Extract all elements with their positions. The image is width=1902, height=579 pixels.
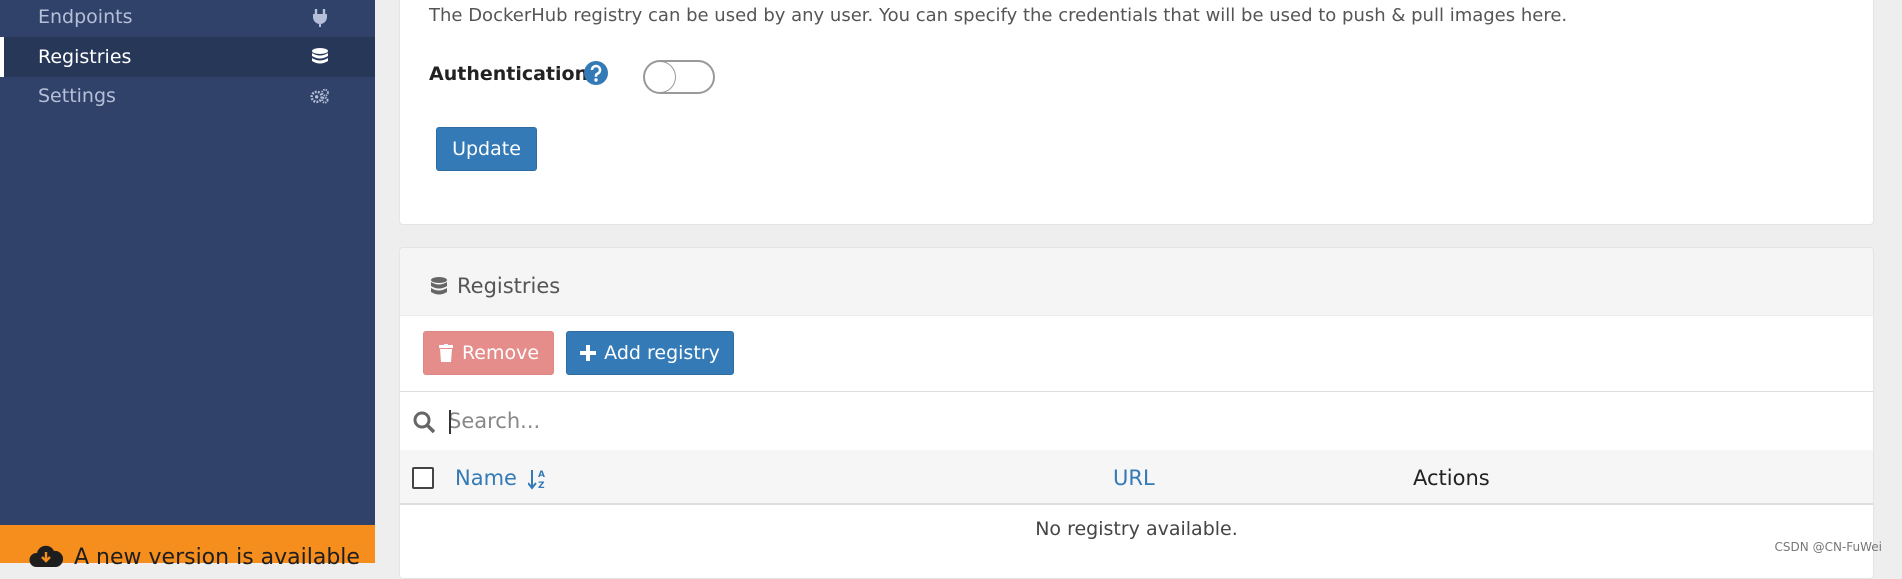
registries-title: Registries [457, 274, 561, 298]
plus-icon [580, 345, 597, 361]
sidebar-item-label: Registries [38, 46, 132, 68]
sidebar-item-settings[interactable]: Settings [0, 76, 375, 116]
question-circle-icon[interactable] [583, 60, 609, 86]
update-banner-text: A new version is available [74, 545, 360, 570]
add-registry-button[interactable]: Add registry [566, 331, 734, 375]
remove-button-label: Remove [461, 342, 540, 364]
text-caret [449, 410, 451, 434]
registries-panel: Registries Remove Add registry Name A Z [399, 247, 1874, 579]
update-button[interactable]: Update [436, 127, 537, 171]
search-icon [413, 411, 436, 434]
column-header-name[interactable]: Name [455, 466, 517, 490]
watermark: CSDN @CN-FuWei [1774, 540, 1882, 554]
update-button-label: Update [452, 138, 521, 160]
toggle-knob [644, 61, 676, 93]
sidebar-item-endpoints[interactable]: Endpoints [0, 0, 375, 37]
select-all-checkbox[interactable] [412, 467, 434, 489]
registries-header: Registries [400, 248, 1873, 316]
remove-button[interactable]: Remove [423, 331, 554, 375]
dockerhub-description: The DockerHub registry can be used by an… [429, 5, 1568, 26]
dockerhub-panel: The DockerHub registry can be used by an… [399, 0, 1874, 225]
cogs-icon [310, 88, 329, 104]
add-registry-button-label: Add registry [604, 342, 720, 364]
column-header-url[interactable]: URL [1113, 466, 1155, 490]
empty-table-message: No registry available. [1035, 518, 1238, 540]
trash-icon [438, 344, 453, 362]
search-input[interactable] [446, 402, 1750, 440]
sort-alpha-icon[interactable]: A Z [528, 468, 548, 490]
search-bar [400, 391, 1873, 451]
svg-text:Z: Z [538, 481, 545, 490]
update-banner[interactable]: A new version is available [0, 525, 375, 570]
sidebar-item-label: Settings [38, 85, 116, 107]
authentication-toggle[interactable] [643, 60, 715, 94]
sidebar: Endpoints Registries Settings A new vers… [0, 0, 375, 570]
table-header: Name A Z URL Actions [400, 450, 1873, 505]
sidebar-item-registries[interactable]: Registries [0, 37, 375, 77]
sidebar-item-label: Endpoints [38, 6, 133, 28]
svg-text:A: A [538, 470, 545, 480]
database-icon [312, 48, 328, 64]
column-header-actions: Actions [1413, 466, 1490, 490]
cloud-download-icon [29, 545, 64, 567]
authentication-label: Authentication [429, 63, 589, 85]
plug-icon [313, 9, 327, 27]
database-icon [431, 277, 447, 295]
